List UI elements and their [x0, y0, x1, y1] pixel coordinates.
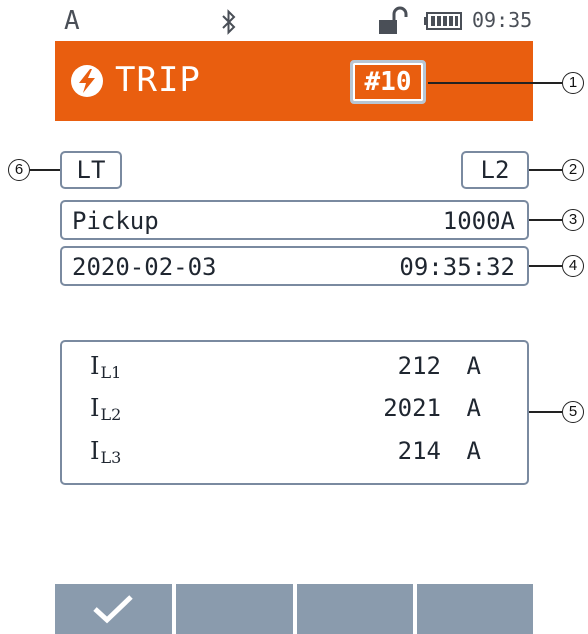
phase-tag: L2	[461, 151, 529, 189]
timestamp-row: 2020-02-03 09:35:32	[60, 246, 529, 286]
pickup-value: 1000A	[442, 207, 515, 235]
softkey-4[interactable]	[417, 584, 533, 634]
event-date: 2020-02-03	[72, 253, 217, 281]
softkey-3[interactable]	[297, 584, 413, 634]
current-unit: A	[466, 437, 481, 465]
callout-leader	[30, 169, 60, 171]
protection-type-tag: LT	[60, 151, 122, 189]
current-unit: A	[466, 394, 481, 422]
callout-leader	[428, 82, 562, 84]
checkmark-icon	[93, 595, 133, 624]
callout-4: 4	[562, 255, 584, 277]
page-title: TRIP	[115, 60, 201, 100]
status-time: 09:35	[472, 8, 533, 32]
current-symbol: IL3	[90, 437, 122, 467]
battery-icon	[424, 12, 462, 30]
mode-indicator: A	[64, 6, 80, 36]
current-row-l2: IL2 2021 A	[62, 396, 527, 436]
event-number-badge: #10	[350, 60, 426, 104]
current-value: 2021	[383, 394, 441, 422]
softkey-2[interactable]	[176, 584, 293, 634]
callout-leader	[529, 411, 562, 413]
callout-leader	[529, 219, 562, 221]
current-value: 214	[397, 437, 441, 465]
pickup-row: Pickup 1000A	[60, 200, 529, 240]
current-symbol: IL2	[90, 394, 122, 424]
bluetooth-icon	[222, 9, 236, 35]
callout-5: 5	[562, 401, 584, 423]
current-unit: A	[466, 352, 481, 380]
current-row-l1: IL1 212 A	[62, 354, 527, 394]
lightning-bolt-icon	[71, 65, 103, 97]
current-row-l3: IL3 214 A	[62, 439, 527, 479]
callout-1: 1	[562, 72, 584, 94]
callout-2: 2	[562, 159, 584, 181]
unlocked-padlock-icon	[379, 6, 408, 34]
callout-6: 6	[8, 159, 30, 181]
event-time: 09:35:32	[399, 253, 515, 281]
callout-leader	[529, 169, 562, 171]
current-symbol: IL1	[90, 352, 122, 382]
current-value: 212	[397, 352, 441, 380]
softkey-confirm[interactable]	[55, 584, 172, 634]
pickup-label: Pickup	[72, 207, 159, 235]
callout-3: 3	[562, 209, 584, 231]
callout-leader	[529, 265, 562, 267]
phase-currents-panel: IL1 212 A IL2 2021 A IL3 214 A	[60, 340, 529, 485]
